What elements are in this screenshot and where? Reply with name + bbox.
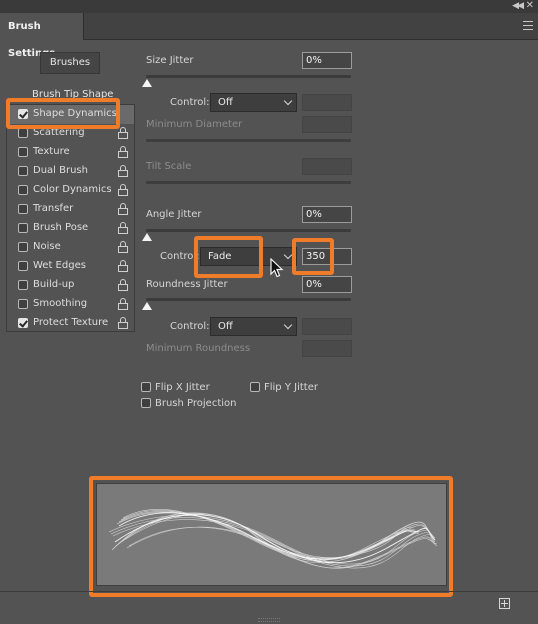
roundness-control-steps-input [302,318,352,335]
roundness-jitter-input[interactable]: 0% [302,276,352,293]
lock-icon[interactable] [118,184,128,196]
sidebar-item-checkbox[interactable] [18,166,28,176]
sidebar-item-checkbox[interactable] [18,204,28,214]
minimum-diameter-slider [146,139,351,142]
lock-icon[interactable] [118,317,128,329]
lock-icon[interactable] [118,241,128,253]
sidebar-item-label: Wet Edges [33,260,86,271]
roundness-jitter-slider-thumb[interactable] [142,302,152,310]
size-control-label: Control: [170,97,210,108]
panel-menu-icon[interactable] [523,21,533,30]
sidebar-item-color-dynamics[interactable]: Color Dynamics [7,181,134,200]
size-jitter-slider-thumb[interactable] [142,79,152,87]
sidebar-item-label: Brush Pose [33,222,89,233]
flip-y-jitter-checkbox[interactable] [250,382,260,392]
chevron-down-icon [283,250,293,260]
size-control-value: Off [218,97,233,108]
minimum-roundness-label: Minimum Roundness [146,343,251,354]
panel-tab-bar: Brush Settings [0,13,538,59]
sidebar-item-protect-texture[interactable]: Protect Texture [7,314,134,333]
lock-icon[interactable] [118,165,128,177]
size-jitter-input[interactable]: 0% [302,52,352,69]
sidebar-item-checkbox[interactable] [18,223,28,233]
sidebar-item-label: Dual Brush [33,165,88,176]
size-jitter-slider[interactable] [146,75,351,78]
angle-jitter-input[interactable]: 0% [302,206,352,223]
brush-projection-checkbox[interactable] [141,398,151,408]
flip-x-jitter-checkbox[interactable] [141,382,151,392]
size-jitter-label: Size Jitter [146,55,194,66]
sidebar-item-smoothing[interactable]: Smoothing [7,295,134,314]
panel-top-strip: ◀◀ ✕ [0,0,538,13]
sidebar-item-checkbox[interactable] [18,299,28,309]
tilt-scale-input [302,158,352,175]
preview-highlight [89,476,453,597]
sidebar-item-checkbox[interactable] [18,261,28,271]
panel-bottom-divider [0,591,538,592]
sidebar-item-transfer[interactable]: Transfer [7,200,134,219]
sidebar-item-checkbox[interactable] [18,128,28,138]
sidebar-item-noise[interactable]: Noise [7,238,134,257]
lock-icon[interactable] [118,203,128,215]
sidebar-item-label: Color Dynamics [33,184,112,195]
sidebar-item-checkbox[interactable] [18,242,28,252]
size-control-steps-input [302,94,352,111]
sidebar-item-build-up[interactable]: Build-up [7,276,134,295]
resize-grip-icon[interactable] [258,618,280,622]
lock-icon[interactable] [118,127,128,139]
lock-icon[interactable] [118,146,128,158]
brushes-button[interactable]: Brushes [40,52,100,74]
sidebar-item-brush-pose[interactable]: Brush Pose [7,219,134,238]
sidebar-item-dual-brush[interactable]: Dual Brush [7,162,134,181]
roundness-jitter-slider[interactable] [146,298,351,301]
mouse-cursor-icon [270,258,284,278]
minimum-roundness-input [302,340,352,357]
sidebar-item-label: Noise [33,241,61,252]
sidebar-item-label: Build-up [33,279,75,290]
create-new-brush-icon[interactable] [499,598,510,609]
angle-jitter-slider-thumb[interactable] [142,233,152,241]
sidebar-item-checkbox[interactable] [18,185,28,195]
minimum-diameter-label: Minimum Diameter [146,119,243,130]
tab-brush-settings[interactable]: Brush Settings [0,13,84,59]
flip-x-jitter-label: Flip X Jitter [155,382,210,393]
tilt-scale-label: Tilt Scale [146,161,192,172]
shape-dynamics-highlight [6,98,120,129]
roundness-control-select[interactable]: Off [210,317,297,336]
fade-control-highlight [194,236,263,278]
sidebar-item-wet-edges[interactable]: Wet Edges [7,257,134,276]
sidebar-item-label: Smoothing [33,298,88,309]
sidebar-item-label: Protect Texture [33,317,109,328]
sidebar-item-label: Texture [33,146,70,157]
sidebar-item-checkbox[interactable] [18,147,28,157]
angle-jitter-label: Angle Jitter [146,209,202,220]
brush-projection-label: Brush Projection [155,398,237,409]
collapse-panel-icon[interactable]: ◀◀ [512,1,524,11]
lock-icon[interactable] [118,298,128,310]
roundness-jitter-label: Roundness Jitter [146,279,228,290]
close-icon[interactable]: ✕ [526,0,534,11]
sidebar-item-texture[interactable]: Texture [7,143,134,162]
fade-steps-highlight [292,238,334,275]
sidebar-item-checkbox[interactable] [18,318,28,328]
roundness-control-value: Off [218,321,233,332]
tilt-scale-slider [146,181,351,184]
flip-y-jitter-label: Flip Y Jitter [264,382,318,393]
minimum-diameter-input [302,116,352,133]
brush-options-list: Shape Dynamics Scattering Texture Dual Brus… [6,104,135,332]
chevron-down-icon [283,96,293,106]
lock-icon[interactable] [118,279,128,291]
sidebar-item-label: Transfer [33,203,74,214]
angle-jitter-slider[interactable] [146,229,351,232]
lock-icon[interactable] [118,260,128,272]
size-control-select[interactable]: Off [210,93,297,112]
sidebar-item-checkbox[interactable] [18,280,28,290]
chevron-down-icon [283,320,293,330]
roundness-control-label: Control: [170,321,210,332]
lock-icon[interactable] [118,222,128,234]
